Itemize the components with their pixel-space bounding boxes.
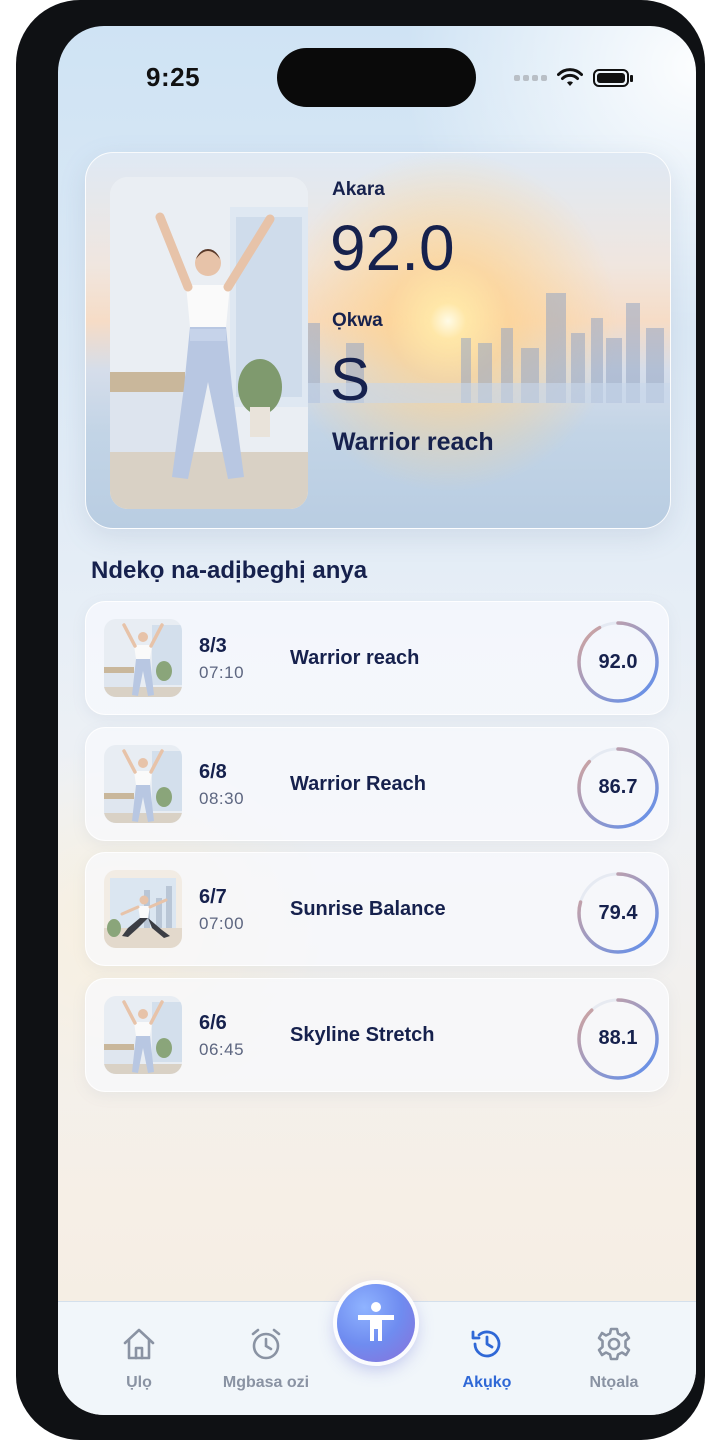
phone-frame: 9:25 Akara 92.0 Ọkwa S Warrior reach Nde… — [16, 0, 705, 1440]
history-date: 6/7 — [199, 886, 227, 908]
status-icons — [514, 66, 633, 90]
alarm-clock-icon — [251, 1328, 281, 1360]
home-icon — [123, 1328, 155, 1360]
nav-home-label: Ụlọ — [126, 1374, 152, 1391]
history-score: 88.1 — [598, 1027, 638, 1049]
history-exercise-name: Warrior reach — [290, 647, 420, 669]
history-time: 06:45 — [199, 1039, 245, 1059]
nav-settings-label: Ntọala — [589, 1374, 639, 1391]
dynamic-island — [277, 48, 476, 107]
history-exercise-name: Warrior Reach — [290, 772, 426, 795]
nav-history-label: Akụkọ — [462, 1374, 512, 1391]
history-row[interactable]: 8/3 07:10 Warrior reach 92.0 — [85, 601, 669, 715]
start-exercise-button[interactable] — [337, 1284, 415, 1362]
gear-icon — [597, 1327, 631, 1361]
grade-label: Ọkwa — [332, 310, 383, 331]
history-thumbnail — [104, 995, 182, 1074]
wifi-icon — [557, 68, 583, 86]
history-score: 79.4 — [598, 901, 638, 924]
battery-icon — [593, 69, 633, 87]
history-icon — [471, 1330, 501, 1358]
history-time: 07:00 — [199, 914, 245, 933]
history-exercise-name: Sunrise Balance — [290, 898, 446, 920]
history-row[interactable]: 6/8 08:30 Warrior Reach 86.7 — [85, 726, 669, 841]
history-row[interactable]: 6/6 06:45 Skyline Stretch 88.1 — [85, 977, 669, 1092]
cellular-signal-icon — [514, 75, 547, 81]
exercise-photo — [110, 177, 308, 509]
app-screen: 9:25 Akara 92.0 Ọkwa S Warrior reach Nde… — [58, 26, 696, 1415]
history-date: 6/8 — [199, 760, 227, 783]
woman-stretching-illustration — [110, 177, 308, 509]
status-time: 9:25 — [146, 62, 201, 92]
history-time: 08:30 — [199, 788, 245, 808]
history-thumbnail — [104, 870, 182, 948]
nav-settings[interactable]: Ntọala — [554, 1302, 674, 1415]
history-score: 86.7 — [598, 776, 638, 798]
grade-value: S — [330, 346, 371, 413]
score-label: Akara — [332, 179, 385, 200]
exercise-name: Warrior reach — [332, 428, 494, 456]
nav-home[interactable]: Ụlọ — [79, 1302, 199, 1415]
history-score: 92.0 — [598, 650, 638, 673]
nav-history[interactable]: Akụkọ — [427, 1302, 547, 1415]
recent-records-title: Ndekọ na-adịbeghị anya — [91, 557, 368, 584]
nav-alarm-label: Mgbasa ozi — [222, 1374, 310, 1391]
history-exercise-name: Skyline Stretch — [290, 1023, 435, 1046]
history-thumbnail — [104, 619, 182, 697]
history-time: 07:10 — [199, 663, 245, 682]
latest-result-card[interactable]: Akara 92.0 Ọkwa S Warrior reach — [85, 152, 671, 529]
score-value: 92.0 — [330, 212, 455, 284]
history-thumbnail — [104, 744, 182, 823]
person-icon — [358, 1302, 394, 1341]
history-date: 6/6 — [199, 1011, 227, 1034]
history-row[interactable]: 6/7 07:00 Sunrise Balance 79.4 — [85, 852, 669, 966]
history-date: 8/3 — [199, 635, 227, 657]
nav-alarm[interactable]: Mgbasa ozi — [206, 1302, 326, 1415]
